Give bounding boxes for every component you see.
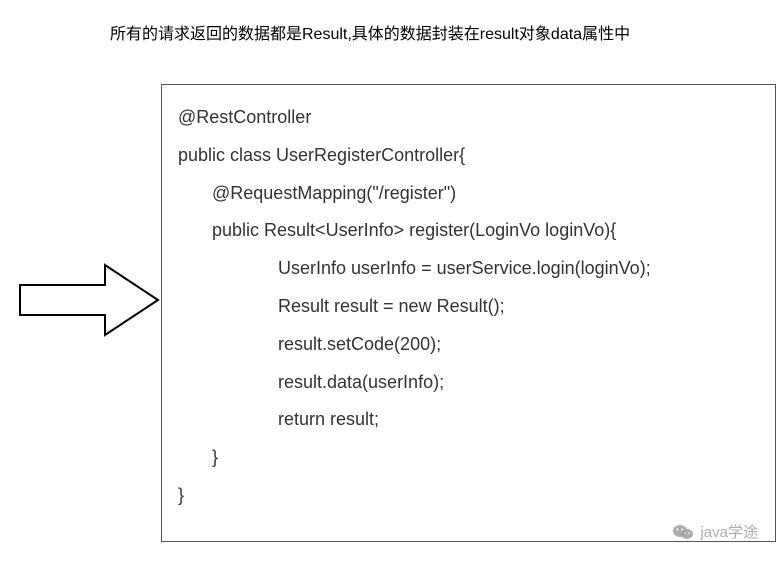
code-line: public class UserRegisterController{ [178,137,759,175]
watermark-text: java学途 [700,521,758,542]
code-line: public Result<UserInfo> register(LoginVo… [178,212,759,250]
code-line: } [178,477,759,515]
code-line: UserInfo userInfo = userService.login(lo… [178,250,759,288]
code-line: return result; [178,401,759,439]
code-block: @RestController public class UserRegiste… [161,84,776,542]
code-line: result.setCode(200); [178,326,759,364]
header-description: 所有的请求返回的数据都是Result,具体的数据封装在result对象data属… [110,20,630,44]
code-line: result.data(userInfo); [178,364,759,402]
wechat-icon [672,523,694,541]
watermark: java学途 [672,521,758,542]
code-line: } [178,439,759,477]
code-line: @RestController [178,99,759,137]
code-line: @RequestMapping("/register") [178,175,759,213]
arrow-icon [10,260,160,340]
code-line: Result result = new Result(); [178,288,759,326]
